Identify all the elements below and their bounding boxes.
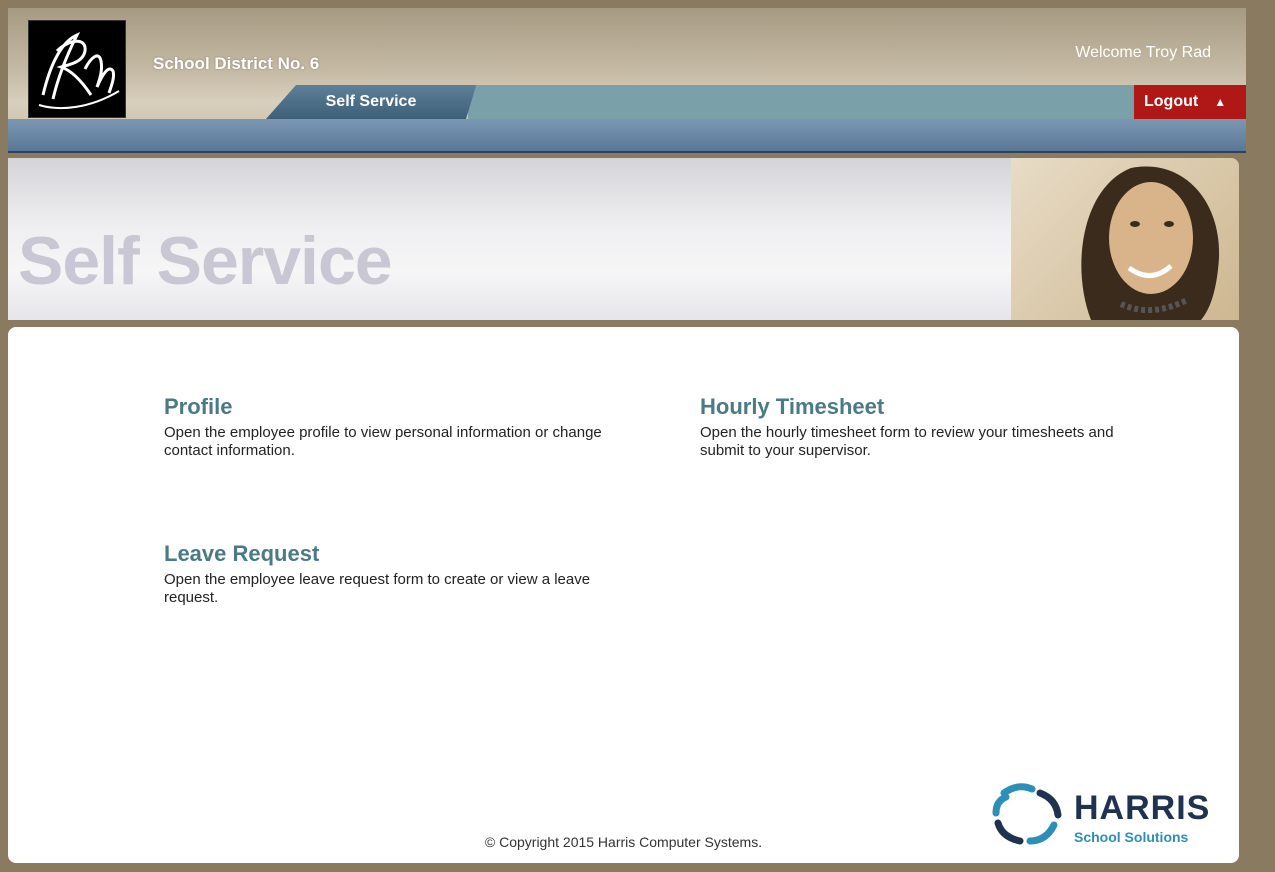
leave-description: Open the employee leave request form to … — [164, 571, 591, 606]
tab-self-service[interactable]: Self Service — [266, 85, 476, 119]
banner-photo — [1011, 158, 1239, 320]
hourly-timesheet-link[interactable]: Hourly Timesheet — [700, 394, 1140, 420]
profile-description: Open the employee profile to view person… — [164, 424, 602, 459]
sub-nav-bar — [8, 119, 1246, 153]
timesheet-description: Open the hourly timesheet form to review… — [700, 424, 1114, 459]
main-content: Profile Open the employee profile to vie… — [8, 327, 1239, 863]
nav-bar: Self Service Logout ▲ — [8, 85, 1246, 119]
copyright-text: © Copyright 2015 Harris Computer Systems… — [484, 834, 763, 850]
leave-request-link[interactable]: Leave Request — [164, 541, 604, 567]
page-banner: Self Service — [8, 158, 1239, 320]
menu-item-profile: Profile Open the employee profile to vie… — [164, 394, 604, 460]
nav-strip — [468, 85, 1138, 119]
logout-label: Logout — [1144, 93, 1199, 110]
welcome-text: Welcome Troy Rad — [1075, 44, 1211, 61]
triangle-up-icon: ▲ — [1214, 95, 1227, 109]
menu-item-leave: Leave Request Open the employee leave re… — [164, 541, 604, 607]
student-photo-icon — [1081, 166, 1220, 320]
district-name: School District No. 6 — [153, 54, 320, 73]
tab-self-service-label: Self Service — [325, 93, 417, 110]
banner-title: Self Service — [18, 223, 393, 299]
logout-button[interactable]: Logout ▲ — [1134, 85, 1246, 119]
menu-item-timesheet: Hourly Timesheet Open the hourly timeshe… — [700, 394, 1140, 460]
harris-brand-name: HARRIS — [1074, 789, 1211, 827]
profile-link[interactable]: Profile — [164, 394, 604, 420]
